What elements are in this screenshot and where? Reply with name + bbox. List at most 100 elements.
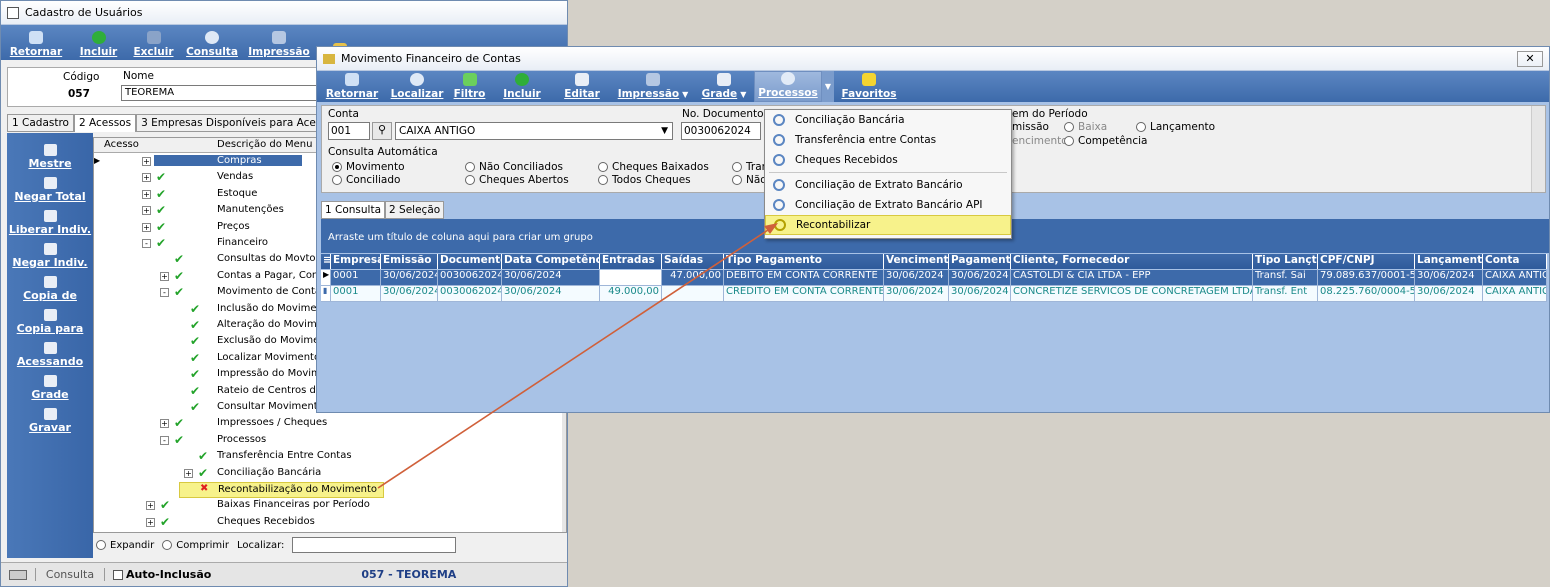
vencimento-radio[interactable]: encimento xyxy=(1012,135,1068,147)
check-icon[interactable]: ✔ xyxy=(174,416,184,430)
conta-code-field[interactable]: 001 xyxy=(328,122,370,140)
expand-icon[interactable]: + xyxy=(146,517,155,527)
radio-movimento[interactable]: Movimento xyxy=(332,161,405,173)
mov-retornar-button[interactable]: Retornar xyxy=(317,73,387,102)
filter-scrollbar[interactable] xyxy=(1531,106,1545,192)
check-icon[interactable]: ✔ xyxy=(174,269,184,283)
grade-button[interactable]: Grade xyxy=(7,368,93,401)
mov-processos-dropdown[interactable]: ▼ xyxy=(822,71,834,102)
expand-icon[interactable]: + xyxy=(142,189,151,199)
mov-editar-button[interactable]: Editar xyxy=(552,73,612,102)
check-icon[interactable]: ✔ xyxy=(190,367,200,381)
column-header[interactable]: Entradas xyxy=(600,254,662,269)
menu-conciliacao-extrato[interactable]: Conciliação de Extrato Bancário xyxy=(765,175,1011,195)
expand-icon[interactable]: + xyxy=(146,501,155,511)
check-icon[interactable]: ✔ xyxy=(198,466,208,480)
check-icon[interactable]: ✔ xyxy=(174,285,184,299)
tab-cadastro[interactable]: 1 Cadastro xyxy=(7,114,74,132)
collapse-icon[interactable]: - xyxy=(160,288,169,298)
nodoc-field[interactable]: 0030062024 xyxy=(681,122,761,140)
check-icon[interactable]: ✔ xyxy=(174,433,184,447)
menu-conciliacao-extrato-api[interactable]: Conciliação de Extrato Bancário API xyxy=(765,195,1011,215)
close-icon[interactable]: ✕ xyxy=(1517,51,1543,67)
column-header[interactable]: Data Competência xyxy=(502,254,600,269)
mov-incluir-button[interactable]: Incluir xyxy=(492,73,552,102)
check-icon[interactable]: ✔ xyxy=(190,351,200,365)
auto-inclusao-checkbox[interactable]: Auto-Inclusão xyxy=(113,568,211,581)
mov-impressao-button[interactable]: Impressão ▼ xyxy=(612,73,694,102)
column-header[interactable]: Tipo Lançto xyxy=(1253,254,1318,269)
check-icon[interactable]: ✔ xyxy=(156,203,166,217)
check-icon[interactable]: ✔ xyxy=(156,170,166,184)
tree-item[interactable]: + ✔ Cheques Recebidos xyxy=(94,515,564,531)
check-icon[interactable]: ✔ xyxy=(198,449,208,463)
tab-selecao[interactable]: 2 Seleção xyxy=(385,201,445,219)
check-icon[interactable]: ✔ xyxy=(160,515,170,529)
check-icon[interactable]: ✔ xyxy=(190,334,200,348)
tab-consulta[interactable]: 1 Consulta xyxy=(321,201,386,219)
radio-tran[interactable]: Tran xyxy=(732,161,768,173)
menu-transferencia-contas[interactable]: Transferência entre Contas xyxy=(765,130,1011,150)
expand-icon[interactable]: + xyxy=(142,206,151,216)
check-icon[interactable]: ✔ xyxy=(156,220,166,234)
radio-nao[interactable]: Não xyxy=(732,174,767,186)
copia-para-button[interactable]: Copia para xyxy=(7,302,93,335)
copia-de-button[interactable]: Copia de xyxy=(7,269,93,302)
column-header[interactable]: Documento xyxy=(438,254,502,269)
radio-nao-conciliados[interactable]: Não Conciliados xyxy=(465,161,563,173)
check-icon[interactable]: ✔ xyxy=(174,252,184,266)
expand-icon[interactable]: + xyxy=(184,468,193,478)
tree-item[interactable]: ✔ Transferência Entre Contas xyxy=(94,449,564,465)
tree-item[interactable]: - ✔ Processos xyxy=(94,433,564,449)
menu-conciliacao-bancaria[interactable]: Conciliação Bancária xyxy=(765,110,1011,130)
conta-search-icon[interactable]: ⚲ xyxy=(372,122,392,140)
radio-conciliado[interactable]: Conciliado xyxy=(332,174,400,186)
competencia-radio[interactable]: Competência xyxy=(1064,135,1147,147)
radio-cheques-abertos[interactable]: Cheques Abertos xyxy=(465,174,569,186)
mov-processos-button[interactable]: Processos xyxy=(754,71,822,102)
mov-localizar-button[interactable]: Localizar xyxy=(387,73,447,102)
mov-filtro-button[interactable]: Filtro xyxy=(447,73,492,102)
check-icon[interactable]: ✔ xyxy=(190,384,200,398)
liberar-indiv-button[interactable]: Liberar Indiv. xyxy=(7,203,93,236)
grid-menu-icon[interactable]: ≡ xyxy=(321,254,331,269)
expand-icon[interactable]: + xyxy=(160,419,169,429)
deny-icon[interactable]: ✖ xyxy=(200,483,208,494)
mov-favoritos-button[interactable]: Favoritos xyxy=(834,73,904,102)
tree-item[interactable]: + ✔ Conciliação Bancária xyxy=(94,466,564,482)
table-row[interactable]: ▶ 0001 30/06/2024 0030062024 30/06/2024 47.00… xyxy=(321,270,1547,286)
expand-icon[interactable]: + xyxy=(142,222,151,232)
negar-total-button[interactable]: Negar Total xyxy=(7,170,93,203)
column-header[interactable]: CPF/CNPJ xyxy=(1318,254,1415,269)
tree-item[interactable]: + ✔ Baixas Financeiras por Período xyxy=(94,498,564,514)
tree-item[interactable]: + ✔ Impressoes / Cheques xyxy=(94,416,564,432)
column-header[interactable]: Saídas xyxy=(662,254,724,269)
expandir-radio[interactable]: Expandir xyxy=(96,539,154,551)
tree-item[interactable]: ✖ Recontabilização do Movimento xyxy=(179,482,384,498)
lancamento-radio[interactable]: Lançamento xyxy=(1136,121,1215,133)
column-header[interactable]: Emissão xyxy=(381,254,438,269)
impressao-button[interactable]: Impressão xyxy=(243,31,315,60)
expand-icon[interactable]: + xyxy=(142,157,151,166)
collapse-icon[interactable]: - xyxy=(160,435,169,445)
comprimir-radio[interactable]: Comprimir xyxy=(162,539,229,551)
column-header[interactable]: Lançamento xyxy=(1415,254,1483,269)
menu-cheques-recebidos[interactable]: Cheques Recebidos xyxy=(765,150,1011,170)
tab-acessos[interactable]: 2 Acessos xyxy=(73,114,137,132)
conta-select[interactable]: CAIXA ANTIGO ▼ xyxy=(395,122,673,140)
column-header[interactable]: Conta xyxy=(1483,254,1547,269)
check-icon[interactable]: ✔ xyxy=(160,498,170,512)
incluir-button[interactable]: Incluir xyxy=(71,31,126,60)
radio-cheques-baixados[interactable]: Cheques Baixados xyxy=(598,161,709,173)
mov-grade-button[interactable]: Grade ▼ xyxy=(694,73,754,102)
check-icon[interactable]: ✔ xyxy=(190,400,200,414)
column-header[interactable]: Tipo Pagamento xyxy=(724,254,884,269)
consulta-button[interactable]: Consulta xyxy=(181,31,243,60)
negar-indiv-button[interactable]: Negar Indiv. xyxy=(7,236,93,269)
emissao-radio[interactable]: missão xyxy=(1012,121,1049,133)
table-row[interactable]: ▮ 0001 30/06/2024 0030062024 30/06/2024 49.00… xyxy=(321,286,1547,302)
excluir-button[interactable]: Excluir xyxy=(126,31,181,60)
column-header[interactable]: Cliente, Fornecedor xyxy=(1011,254,1253,269)
retornar-button[interactable]: Retornar xyxy=(1,31,71,60)
check-icon[interactable]: ✔ xyxy=(190,318,200,332)
